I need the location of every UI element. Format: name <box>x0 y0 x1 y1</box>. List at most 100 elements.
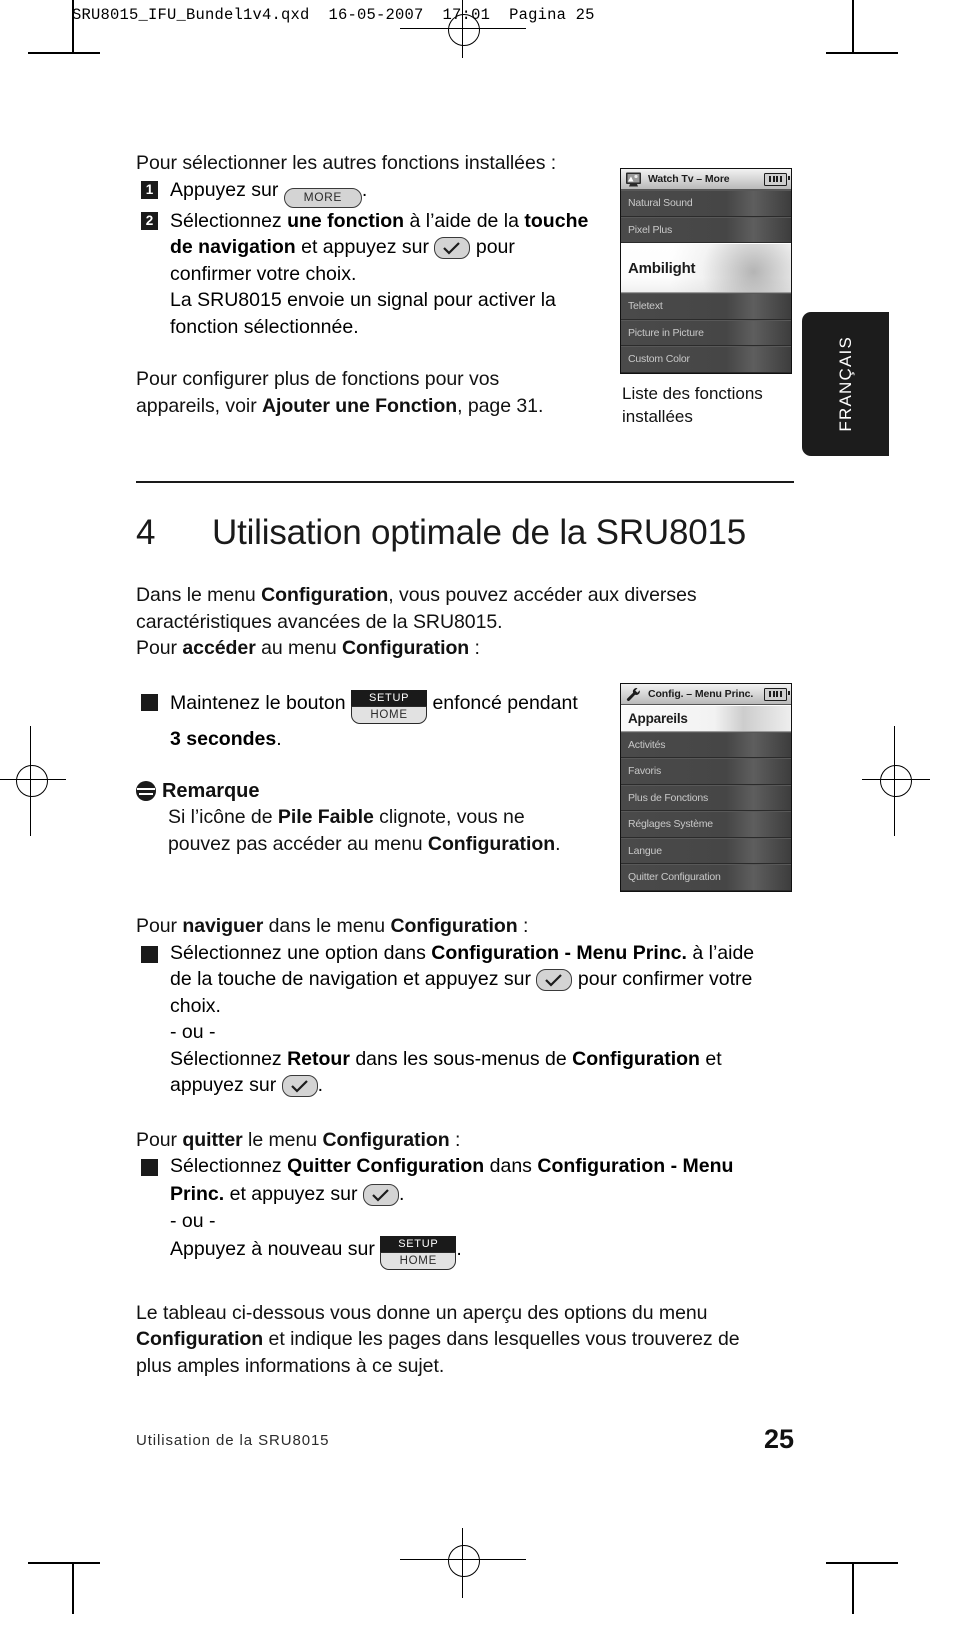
quit-1a: Sélectionnez <box>170 1155 288 1177</box>
language-tab-label: FRANÇAIS <box>835 336 855 432</box>
quit-3a: Appuyez à nouveau sur <box>170 1237 381 1260</box>
note-icon <box>136 780 156 801</box>
remarque-b: Pile Faible <box>277 806 374 828</box>
registration-mark-bottom-h <box>400 1559 526 1561</box>
footer-chapter-label: Utilisation de la SRU8015 <box>136 1432 330 1449</box>
step-1-text-post: . <box>361 178 368 201</box>
quit-head-c: le menu <box>242 1128 323 1151</box>
setup-label: SETUP <box>351 689 428 706</box>
step-2-l2c: pour <box>470 236 515 258</box>
nav-head-e: : <box>517 915 529 937</box>
remarque-c: clignote, vous ne <box>373 806 525 828</box>
quit-1b: Quitter Configuration <box>287 1155 485 1177</box>
p2c: au menu <box>255 637 343 659</box>
hold-setup-step: Maintenez le bouton SETUP HOME enfoncé pe… <box>136 688 640 754</box>
nav-3: choix. <box>170 994 221 1017</box>
registration-mark-right <box>880 765 912 797</box>
p2b: accéder <box>182 637 256 659</box>
remarque-e: Configuration <box>427 832 556 855</box>
ok-confirm-button-graphic[interactable] <box>536 969 573 991</box>
final-1: Le tableau ci-dessous vous donne un aper… <box>136 1301 708 1324</box>
p1a: Dans le menu <box>136 584 262 606</box>
intro-step-2: 2 Sélectionnez une fonction à l’aide de … <box>136 208 656 341</box>
quit-2b: et appuyez sur <box>224 1182 363 1205</box>
home-label: HOME <box>351 705 428 724</box>
square-bullet <box>141 1159 158 1176</box>
crop-mark-top-right-h <box>826 52 898 54</box>
final-2a: Configuration <box>136 1328 264 1350</box>
setup-home-button-graphic-2[interactable]: SETUP HOME <box>380 1235 457 1270</box>
registration-mark-left-v <box>30 726 32 836</box>
crop-mark-top-left-h <box>28 52 100 54</box>
nav-5b: . <box>317 1074 324 1096</box>
p2a: Pour <box>136 637 183 659</box>
registration-mark-right-v <box>894 726 896 836</box>
crop-mark-bottom-right-h <box>826 1562 898 1564</box>
nav-head-a: Pour <box>136 915 183 937</box>
quit-2a: Princ. <box>170 1182 225 1205</box>
ok-confirm-button-graphic[interactable] <box>434 237 471 259</box>
step-2-l1b: une fonction <box>287 209 405 232</box>
nav-4a: Sélectionnez <box>170 1047 288 1070</box>
remarque-a: Si l’icône de <box>168 806 278 828</box>
main-content: Pour sélectionner les autres fonctions i… <box>136 150 794 1379</box>
crop-mark-bottom-left-h <box>28 1562 100 1564</box>
ok-confirm-button-graphic[interactable] <box>362 1183 399 1206</box>
step-1-text-pre: Appuyez sur <box>170 178 284 201</box>
intro-outro: Pour configurer plus de fonctions pour v… <box>136 366 606 419</box>
registration-mark-right-h <box>862 779 930 781</box>
nav-5a: appuyez sur <box>170 1074 282 1096</box>
p1d: caractéristiques avancées de la SRU8015. <box>136 610 503 633</box>
quit-head-e: : <box>449 1128 461 1151</box>
quit-1c: dans <box>484 1155 538 1177</box>
ok-confirm-button-graphic[interactable] <box>281 1075 318 1097</box>
page-number: 25 <box>763 1424 794 1454</box>
nav-1a: Sélectionnez une option dans <box>170 941 432 964</box>
quit-1d: Configuration - Menu <box>537 1155 734 1177</box>
step-2-l4: La SRU8015 envoie un signal pour activer… <box>170 289 556 311</box>
nav-1b: Configuration - Menu Princ. <box>431 941 687 964</box>
config-intro-paragraph: Dans le menu Configuration, vous pouvez … <box>136 582 794 662</box>
registration-mark-bottom-v <box>462 1528 464 1598</box>
p1c: , vous pouvez accéder aux diverses <box>388 584 697 606</box>
intro-outro-l2b: Ajouter une Fonction <box>262 394 458 417</box>
step-number: 1 <box>141 180 158 199</box>
square-bullet <box>141 693 158 711</box>
hold-d: . <box>276 727 282 750</box>
chapter-rule <box>136 481 794 483</box>
language-tab-francais: FRANÇAIS <box>802 312 889 456</box>
p2d: Configuration <box>342 637 470 659</box>
final-paragraph: Le tableau ci-dessous vous donne un aper… <box>136 1300 794 1380</box>
print-header: SRU8015_IFU_Bundel1v4.qxd 16-05-2007 17:… <box>72 6 595 24</box>
p1b: Configuration <box>261 584 389 606</box>
naviguer-step: Sélectionnez une option dans Configurati… <box>136 940 828 1099</box>
nav-4b: Retour <box>287 1047 350 1070</box>
step-2-l1a: Sélectionnez <box>170 209 288 232</box>
quit-2c: . <box>398 1182 405 1205</box>
nav-2a: de la touche de navigation et appuyez su… <box>170 968 537 990</box>
quit-ou: - ou - <box>170 1210 216 1232</box>
nav-head-c: dans le menu <box>263 915 391 937</box>
nav-ou: - ou - <box>170 1021 216 1043</box>
step-2-l1c: à l’aide de la <box>404 209 525 232</box>
registration-mark-left-h <box>0 779 66 781</box>
remarque-d: pouvez pas accéder au menu <box>168 832 428 855</box>
intro-outro-l2c: , page 31. <box>457 394 544 417</box>
nav-4e: et <box>699 1047 722 1070</box>
intro-lead: Pour sélectionner les autres fonctions i… <box>136 152 557 174</box>
step-2-l1d: touche <box>524 209 589 232</box>
more-button-graphic[interactable]: MORE <box>283 187 362 208</box>
intro-outro-l2a: appareils, voir <box>136 394 263 417</box>
setup-home-button-graphic[interactable]: SETUP HOME <box>351 689 428 724</box>
hold-a: Maintenez le bouton <box>170 691 352 714</box>
crop-mark-bottom-right-v <box>852 1562 854 1614</box>
final-2b: et indique les pages dans lesquelles vou… <box>263 1328 740 1350</box>
square-bullet <box>141 945 158 963</box>
nav-2b: pour confirmer votre <box>572 968 753 990</box>
registration-mark-top-h <box>400 28 526 30</box>
step-2-l2b: et appuyez sur <box>295 236 435 258</box>
naviguer-heading: Pour naviguer dans le menu Configuration… <box>136 913 794 940</box>
nav-4d: Configuration <box>572 1047 700 1070</box>
registration-mark-left <box>16 765 48 797</box>
step-number: 2 <box>141 211 158 230</box>
